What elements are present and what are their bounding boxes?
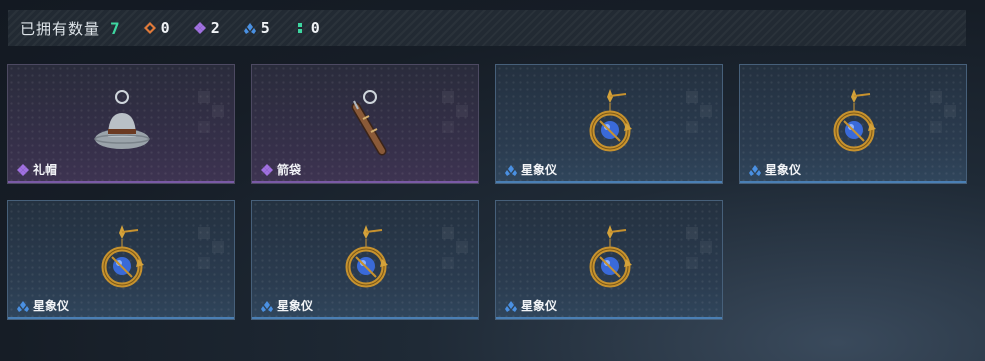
blue-gem-icon <box>261 300 273 312</box>
owned-count-total: 7 <box>110 18 120 38</box>
item-card-astrolabe[interactable]: 星象仪 <box>251 200 479 320</box>
blue-gem-icon <box>749 164 761 176</box>
astrolabe-icon <box>101 225 144 288</box>
item-name-row: 星象仪 <box>505 161 557 178</box>
blue-rarity-counter: 5 <box>243 19 270 37</box>
green-count: 0 <box>310 19 320 37</box>
item-card-quiver[interactable]: 箭袋 <box>251 64 479 184</box>
rarity-bar <box>740 181 966 183</box>
item-name: 星象仪 <box>521 299 558 313</box>
owned-count-label: 已拥有数量 <box>20 20 101 38</box>
card-decoration <box>198 227 226 283</box>
astrolabe-icon <box>589 225 632 288</box>
blue-gem-icon <box>243 23 256 34</box>
astrolabe-icon <box>833 89 876 152</box>
quiver-icon <box>351 90 387 156</box>
rarity-bar <box>496 317 722 319</box>
card-decoration <box>930 91 958 147</box>
card-decoration <box>442 227 470 283</box>
blue-gem-icon <box>505 300 517 312</box>
card-decoration <box>686 91 714 147</box>
item-name: 星象仪 <box>521 163 558 177</box>
green-dots-icon <box>297 23 302 33</box>
blue-gem-icon <box>17 300 29 312</box>
owned-count-bar: 已拥有数量 7 0 2 5 0 <box>8 10 966 46</box>
card-decoration <box>198 91 226 147</box>
blue-gem-icon <box>505 164 517 176</box>
orange-rarity-counter: 0 <box>143 19 170 37</box>
purple-gem-icon <box>17 163 29 176</box>
rarity-bar <box>8 181 234 183</box>
card-decoration <box>686 227 714 283</box>
astrolabe-icon <box>589 89 632 152</box>
rarity-bar <box>252 317 478 319</box>
purple-gem-icon <box>261 163 273 176</box>
blue-count: 5 <box>260 19 270 37</box>
item-name-row: 星象仪 <box>505 297 557 314</box>
orange-gem-icon <box>143 22 156 34</box>
item-name: 箭袋 <box>277 163 302 177</box>
item-name-row: 礼帽 <box>17 161 57 178</box>
astrolabe-icon <box>345 225 388 288</box>
rarity-bar <box>8 317 234 319</box>
item-name-row: 星象仪 <box>17 297 69 314</box>
item-name-row: 星象仪 <box>261 297 313 314</box>
top-hat-icon <box>94 90 150 149</box>
rarity-bar <box>496 181 722 183</box>
item-name: 星象仪 <box>33 299 70 313</box>
item-card-astrolabe[interactable]: 星象仪 <box>495 200 723 320</box>
item-name: 星象仪 <box>765 163 802 177</box>
card-decoration <box>442 91 470 147</box>
item-name: 星象仪 <box>277 299 314 313</box>
item-card-astrolabe[interactable]: 星象仪 <box>495 64 723 184</box>
purple-count: 2 <box>210 19 220 37</box>
item-name: 礼帽 <box>33 163 58 177</box>
orange-count: 0 <box>160 19 170 37</box>
item-card-top-hat[interactable]: 礼帽 <box>7 64 235 184</box>
item-card-astrolabe[interactable]: 星象仪 <box>739 64 967 184</box>
purple-gem-icon <box>193 22 206 34</box>
rarity-bar <box>252 181 478 183</box>
item-name-row: 箭袋 <box>261 161 301 178</box>
item-name-row: 星象仪 <box>749 161 801 178</box>
purple-rarity-counter: 2 <box>193 19 220 37</box>
green-rarity-counter: 0 <box>294 19 320 37</box>
item-card-astrolabe[interactable]: 星象仪 <box>7 200 235 320</box>
